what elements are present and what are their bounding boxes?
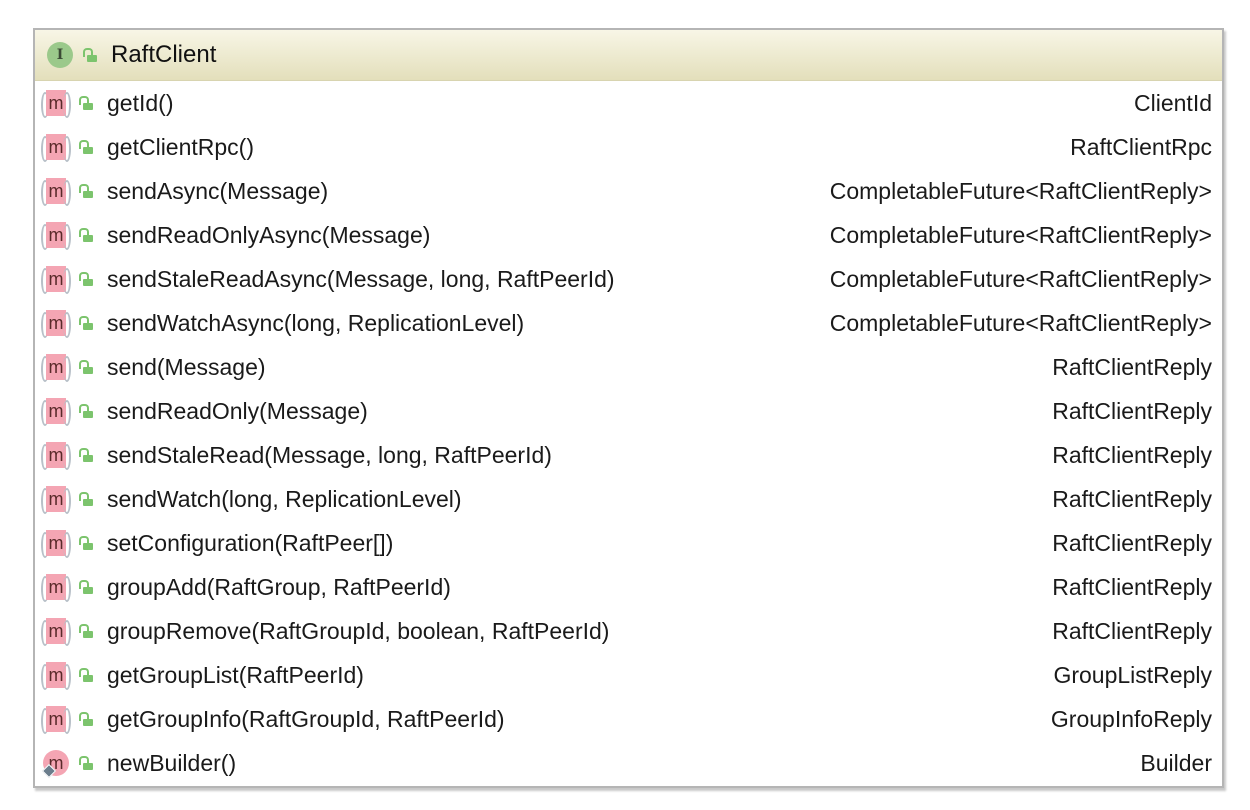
public-lock-icon: [79, 316, 93, 330]
method-signature: sendReadOnlyAsync(Message): [107, 221, 431, 248]
method-signature: sendStaleRead(Message, long, RaftPeerId): [107, 441, 552, 468]
abstract-method-icon: m: [41, 178, 71, 206]
method-row[interactable]: m sendAsync(Message) CompletableFuture<Raf…: [35, 169, 1222, 213]
method-signature: sendReadOnly(Message): [107, 397, 368, 424]
public-lock-icon: [79, 360, 93, 374]
public-lock-icon: [79, 404, 93, 418]
abstract-method-icon: m: [41, 662, 71, 690]
public-lock-icon: [79, 712, 93, 726]
method-row[interactable]: m getId() ClientId: [35, 81, 1222, 125]
method-signature: getId(): [107, 89, 174, 116]
method-signature: send(Message): [107, 353, 266, 380]
return-type: CompletableFuture<RaftClientReply>: [829, 177, 1212, 204]
abstract-method-icon: m: [41, 530, 71, 558]
method-row[interactable]: m setConfiguration(RaftPeer[]) RaftClientR…: [35, 521, 1222, 565]
return-type: CompletableFuture<RaftClientReply>: [829, 221, 1212, 248]
method-signature: sendWatch(long, ReplicationLevel): [107, 485, 462, 512]
method-signature: getGroupInfo(RaftGroupId, RaftPeerId): [107, 705, 505, 732]
return-type: RaftClientReply: [1052, 397, 1212, 424]
method-signature: groupRemove(RaftGroupId, boolean, RaftPe…: [107, 617, 610, 644]
abstract-method-icon: m: [41, 266, 71, 294]
public-lock-icon: [79, 228, 93, 242]
public-lock-icon: [79, 756, 93, 770]
abstract-method-icon: m: [41, 618, 71, 646]
public-lock-icon: [79, 668, 93, 682]
interface-icon: I: [47, 42, 73, 68]
method-signature: getClientRpc(): [107, 133, 254, 160]
public-lock-icon: [79, 140, 93, 154]
method-row[interactable]: m getGroupInfo(RaftGroupId, RaftPeerId) Gr…: [35, 697, 1222, 741]
return-type: CompletableFuture<RaftClientReply>: [829, 265, 1212, 292]
method-row[interactable]: m sendReadOnly(Message) RaftClientReply: [35, 389, 1222, 433]
abstract-method-icon: m: [41, 398, 71, 426]
abstract-method-icon: m: [41, 222, 71, 250]
public-lock-icon: [79, 272, 93, 286]
public-lock-icon: [79, 448, 93, 462]
return-type: RaftClientReply: [1052, 617, 1212, 644]
method-row[interactable]: m sendWatchAsync(long, ReplicationLevel) C…: [35, 301, 1222, 345]
public-lock-icon: [83, 48, 97, 62]
return-type: RaftClientReply: [1052, 353, 1212, 380]
return-type: CompletableFuture<RaftClientReply>: [829, 309, 1212, 336]
class-name: RaftClient: [111, 41, 217, 68]
public-lock-icon: [79, 536, 93, 550]
return-type: GroupInfoReply: [1050, 705, 1212, 732]
method-signature: getGroupList(RaftPeerId): [107, 661, 364, 688]
public-lock-icon: [79, 96, 93, 110]
method-signature: sendWatchAsync(long, ReplicationLevel): [107, 309, 525, 336]
public-lock-icon: [79, 492, 93, 506]
abstract-method-icon: m: [41, 310, 71, 338]
method-signature: newBuilder(): [107, 749, 237, 776]
method-row[interactable]: m newBuilder() Builder: [35, 741, 1222, 785]
return-type: RaftClientReply: [1052, 573, 1212, 600]
method-signature: setConfiguration(RaftPeer[]): [107, 529, 394, 556]
method-row[interactable]: m groupRemove(RaftGroupId, boolean, RaftP…: [35, 609, 1222, 653]
method-row[interactable]: m sendWatch(long, ReplicationLevel) RaftCl…: [35, 477, 1222, 521]
return-type: RaftClientReply: [1052, 529, 1212, 556]
abstract-method-icon: m: [41, 574, 71, 602]
class-header[interactable]: I RaftClient: [35, 30, 1222, 81]
method-row[interactable]: m groupAdd(RaftGroup, RaftPeerId) RaftClie…: [35, 565, 1222, 609]
abstract-method-icon: m: [41, 90, 71, 118]
method-signature: sendStaleReadAsync(Message, long, RaftPe…: [107, 265, 615, 292]
public-lock-icon: [79, 184, 93, 198]
return-type: Builder: [1140, 749, 1212, 776]
abstract-method-icon: m: [41, 134, 71, 162]
public-lock-icon: [79, 580, 93, 594]
return-type: ClientId: [1134, 89, 1212, 116]
method-row[interactable]: m sendReadOnlyAsync(Message) CompletableFu…: [35, 213, 1222, 257]
method-signature: groupAdd(RaftGroup, RaftPeerId): [107, 573, 451, 600]
return-type: GroupListReply: [1053, 661, 1212, 688]
abstract-method-icon: m: [41, 354, 71, 382]
return-type: RaftClientRpc: [1070, 133, 1212, 160]
method-row[interactable]: m sendStaleReadAsync(Message, long, RaftP…: [35, 257, 1222, 301]
method-signature: sendAsync(Message): [107, 177, 329, 204]
abstract-method-icon: m: [41, 442, 71, 470]
public-lock-icon: [79, 624, 93, 638]
method-list: m getId() ClientId m getClientRpc() RaftClien…: [35, 81, 1222, 785]
return-type: RaftClientReply: [1052, 485, 1212, 512]
method-row[interactable]: m send(Message) RaftClientReply: [35, 345, 1222, 389]
method-row[interactable]: m sendStaleRead(Message, long, RaftPeerId…: [35, 433, 1222, 477]
static-method-icon: m: [41, 750, 69, 779]
method-row[interactable]: m getClientRpc() RaftClientRpc: [35, 125, 1222, 169]
abstract-method-icon: m: [41, 486, 71, 514]
uml-class-box[interactable]: I RaftClient m getId() ClientId m getClientR…: [33, 28, 1224, 788]
method-row[interactable]: m getGroupList(RaftPeerId) GroupListReply: [35, 653, 1222, 697]
abstract-method-icon: m: [41, 706, 71, 734]
return-type: RaftClientReply: [1052, 441, 1212, 468]
